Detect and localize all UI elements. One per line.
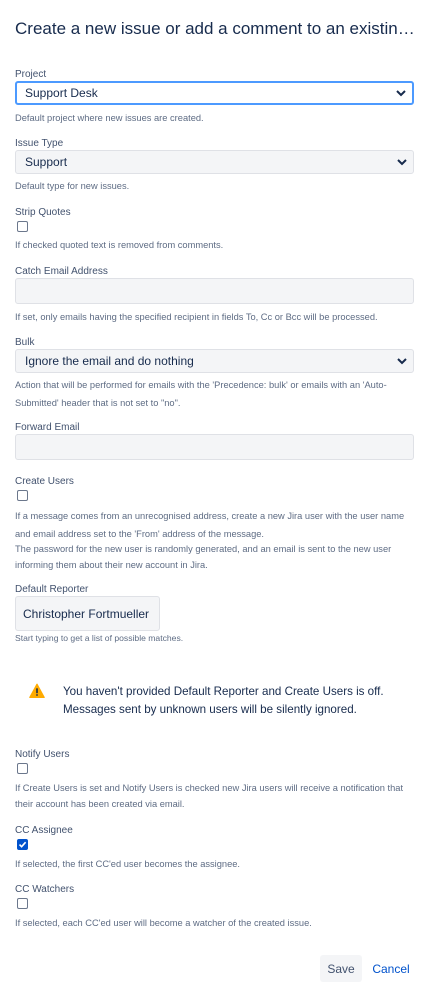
notify-users-label: Notify Users: [15, 749, 70, 760]
cc-assignee-checkbox[interactable]: [17, 839, 28, 850]
notify-users-description-2: their account has been created via email…: [15, 799, 185, 809]
save-button[interactable]: Save: [320, 955, 362, 982]
chevron-down-icon: [391, 151, 413, 173]
issue-type-select-value: Support: [25, 155, 68, 169]
issue-type-select[interactable]: Support: [15, 150, 414, 174]
project-select[interactable]: Support Desk: [15, 81, 414, 105]
cc-watchers-label: CC Watchers: [15, 884, 75, 895]
strip-quotes-checkbox[interactable]: [17, 221, 28, 232]
warning-text-1: You haven't provided Default Reporter an…: [63, 685, 384, 698]
strip-quotes-label: Strip Quotes: [15, 207, 71, 218]
catch-email-input[interactable]: [15, 278, 414, 304]
catch-email-label: Catch Email Address: [15, 266, 108, 277]
issue-type-label: Issue Type: [15, 138, 64, 149]
cc-assignee-description: If selected, the first CC'ed user become…: [15, 859, 241, 869]
cc-watchers-checkbox[interactable]: [17, 898, 28, 909]
bulk-description-1: Action that will be performed for emails…: [15, 380, 387, 390]
cancel-link[interactable]: Cancel: [368, 955, 414, 982]
default-reporter-input[interactable]: Christopher Fortmueller: [15, 596, 160, 631]
default-reporter-label: Default Reporter: [15, 584, 89, 595]
create-users-description-4: informing them about their new account i…: [15, 560, 208, 570]
create-users-label: Create Users: [15, 476, 74, 487]
bulk-label: Bulk: [15, 337, 35, 348]
cc-assignee-label: CC Assignee: [15, 825, 73, 836]
cc-watchers-description: If selected, each CC'ed user will become…: [15, 918, 312, 928]
dialog-title: Create a new issue or add a comment to a…: [15, 19, 420, 38]
project-description: Default project where new issues are cre…: [15, 113, 204, 123]
forward-email-label: Forward Email: [15, 422, 80, 433]
chevron-down-icon: [391, 350, 413, 372]
forward-email-input[interactable]: [15, 434, 414, 460]
warning-message: You haven't provided Default Reporter an…: [15, 672, 416, 732]
catch-email-description: If set, only emails having the specified…: [15, 312, 378, 322]
issue-type-description: Default type for new issues.: [15, 181, 130, 191]
default-reporter-value: Christopher Fortmueller: [23, 606, 150, 621]
notify-users-checkbox[interactable]: [17, 763, 28, 774]
checkmark-icon: [18, 841, 27, 848]
bulk-description-2: Submitted' header that is not set to "no…: [15, 398, 181, 408]
create-users-checkbox[interactable]: [17, 490, 28, 501]
warning-text-2: Messages sent by unknown users will be s…: [63, 703, 357, 716]
default-reporter-hint: Start typing to get a list of possible m…: [15, 633, 184, 643]
project-select-value: Support Desk: [25, 86, 98, 100]
strip-quotes-description: If checked quoted text is removed from c…: [15, 240, 224, 250]
create-users-description-1: If a message comes from an unrecognised …: [15, 511, 405, 521]
bulk-select[interactable]: Ignore the email and do nothing: [15, 349, 414, 373]
warning-icon: [29, 683, 45, 699]
project-label: Project: [15, 69, 47, 80]
bulk-select-value: Ignore the email and do nothing: [25, 354, 194, 368]
chevron-down-icon: [390, 83, 412, 103]
